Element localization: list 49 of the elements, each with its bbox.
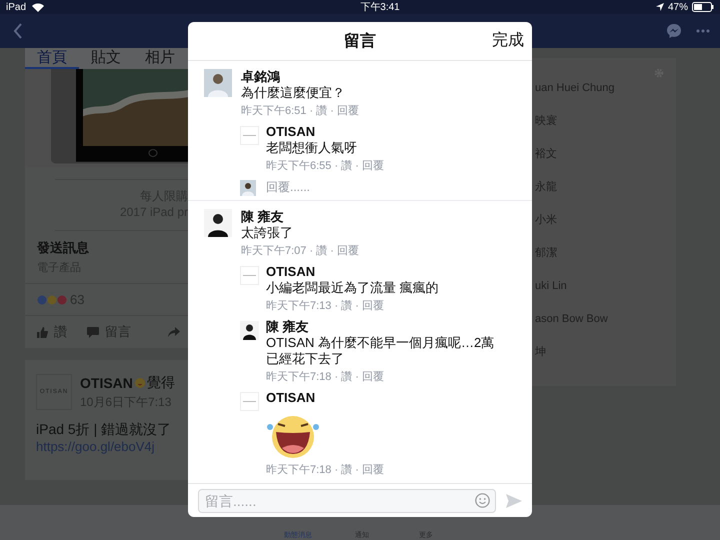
comment-text: OTISAN 為什麼不能早一個月瘋呢…2萬已經花下去了 xyxy=(266,335,496,367)
reply-field[interactable]: 回覆...... xyxy=(266,179,310,196)
page-tab[interactable]: 貼文 xyxy=(79,48,133,69)
comment-meta: 昨天下午7:13 · 讚 · 回覆 xyxy=(266,299,385,314)
logo-icon[interactable] xyxy=(240,266,259,285)
logo-icon[interactable] xyxy=(240,392,259,411)
commenter-name[interactable]: 陳 雍友 xyxy=(241,209,359,225)
thumbs-up-icon xyxy=(37,326,48,338)
comment-meta: 昨天下午7:18 · 讚 · 回覆 xyxy=(266,370,385,385)
emoji-icon xyxy=(134,378,145,388)
commenter-name[interactable]: OTISAN xyxy=(266,124,502,140)
speech-bubble-icon xyxy=(87,326,99,338)
post-feeling: 覺得 xyxy=(146,374,175,392)
page-tab[interactable]: 相片 xyxy=(133,48,187,69)
comment-meta: 昨天下午6:55 · 讚 · 回覆 xyxy=(266,159,385,174)
send-icon[interactable] xyxy=(506,494,522,508)
avatar[interactable] xyxy=(204,209,232,237)
commenter-name[interactable]: 卓銘鴻 xyxy=(241,69,359,85)
avatar xyxy=(240,180,256,196)
battery-percent: 47% xyxy=(668,2,688,12)
post-text: iPad 5折 | 錯過就沒了 xyxy=(36,421,172,439)
done-button[interactable]: 完成 xyxy=(492,30,524,51)
comment-text: 老闆想衝人氣呀 xyxy=(266,140,358,156)
location-icon xyxy=(656,3,664,11)
wifi-icon xyxy=(32,2,44,12)
commenter-name[interactable]: OTISAN xyxy=(266,264,502,280)
commenter-name[interactable]: OTISAN xyxy=(266,390,502,406)
messenger-icon[interactable] xyxy=(666,23,682,39)
commenter-name[interactable]: 陳 雍友 xyxy=(266,319,502,335)
comment-meta: 昨天下午7:18 · 讚 · 回覆 xyxy=(266,463,385,478)
emoji-icon[interactable] xyxy=(475,493,490,508)
comment-text: 小編老闆最近為了流量 瘋瘋的 xyxy=(266,280,440,296)
share-icon[interactable] xyxy=(168,327,180,337)
back-icon[interactable] xyxy=(13,23,23,39)
clock: 下午3:41 xyxy=(359,1,400,14)
logo-icon[interactable] xyxy=(240,126,259,145)
dialog-title: 留言 xyxy=(344,31,376,52)
more-icon[interactable] xyxy=(696,29,710,33)
post-author: OTISAN xyxy=(80,375,133,391)
reactions-icon xyxy=(37,294,67,304)
battery-icon xyxy=(692,2,714,12)
avatar[interactable] xyxy=(240,321,259,340)
comment-text: 太誇張了 xyxy=(241,225,294,241)
comment-text: 為什麼這麼便宜？ xyxy=(241,85,346,101)
comment-meta: 昨天下午6:51 · 讚 · 回覆 xyxy=(241,104,359,119)
comment-input[interactable]: 留言...... xyxy=(198,488,496,512)
comment-meta: 昨天下午7:07 · 讚 · 回覆 xyxy=(241,244,359,259)
carrier-name: iPad xyxy=(6,2,26,12)
page-action-title: 發送訊息 xyxy=(37,239,90,257)
